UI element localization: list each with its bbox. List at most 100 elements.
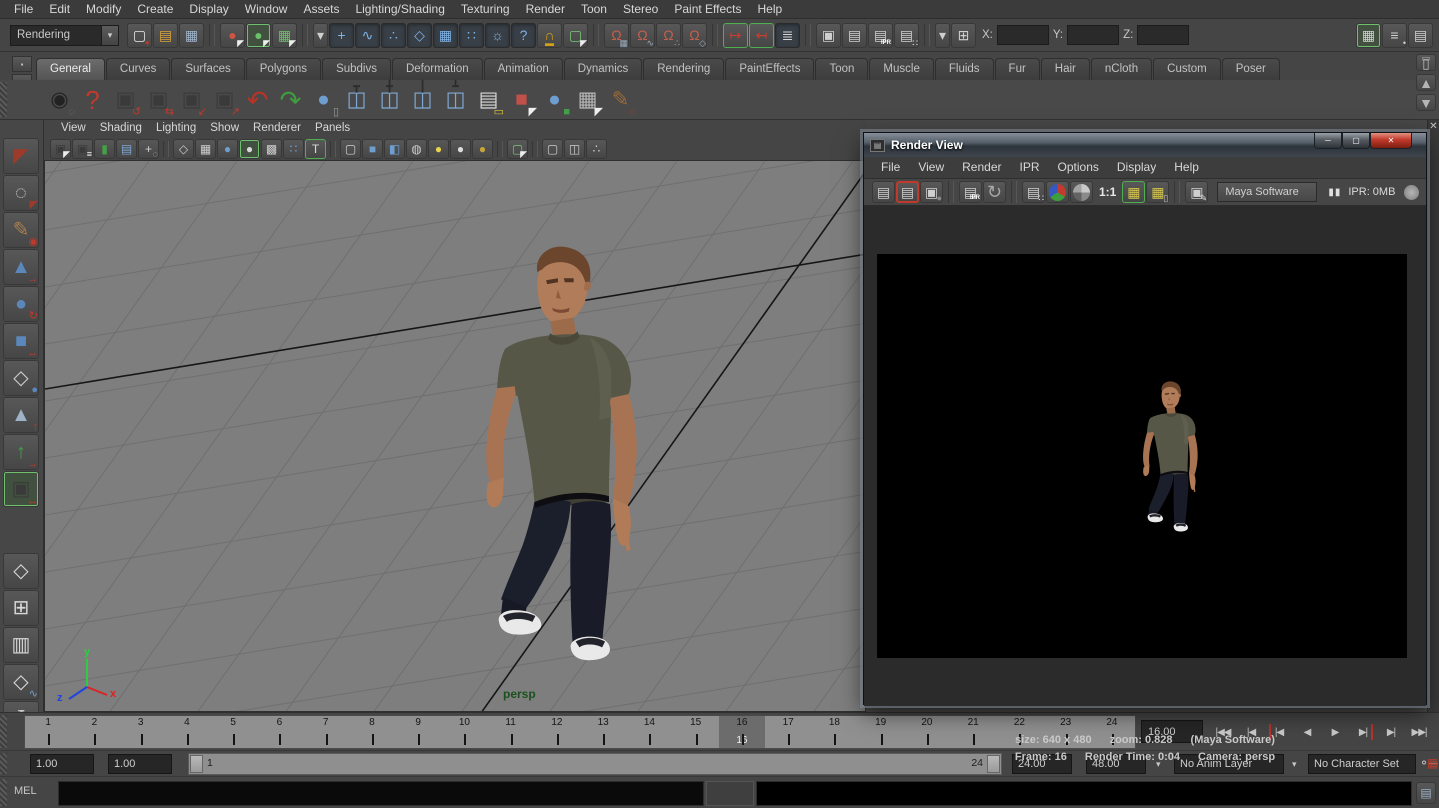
light-gold-icon[interactable]: ● [472,139,493,159]
timeline-frame-6[interactable]: 6 [256,716,302,748]
timeline-frame-17[interactable]: 17 [765,716,811,748]
panel-close-icon[interactable]: ✕ [1428,120,1439,134]
snap-plane-icon[interactable]: ◇ [407,23,432,48]
shelf-tab-deformation[interactable]: Deformation [392,58,483,80]
menu-create[interactable]: Create [129,0,181,19]
rv-open-render-settings-icon[interactable]: ▣✎ [1185,181,1208,203]
ipr-pause-button[interactable]: ▮▮ [1328,187,1341,198]
textured-cube-icon[interactable]: ◧ [384,139,405,159]
isolate-select-icon[interactable]: ▢◤ [507,139,528,159]
shelf-trash-icon[interactable]: ▯▭ [1416,54,1436,71]
smooth-shade-icon[interactable]: ● [239,139,260,159]
convert-texture-icon[interactable]: ▦◤ [572,83,603,117]
panel-menu-panels[interactable]: Panels [308,119,357,138]
plain-cube-icon[interactable]: ▢ [542,139,563,159]
timeline-frame-4[interactable]: 4 [164,716,210,748]
playblast-icon[interactable]: ◉◌ [44,83,75,117]
snap-pixel-icon[interactable]: ∷ [459,23,484,48]
timeline-frame-3[interactable]: 3 [118,716,164,748]
character-model[interactable] [441,239,669,671]
minimize-button[interactable]: ─ [1314,133,1342,149]
menu-texturing[interactable]: Texturing [453,0,518,19]
texture-display-icon[interactable]: T [305,139,326,159]
shelf-tab-ncloth[interactable]: nCloth [1091,58,1152,80]
shelf-tab-curves[interactable]: Curves [106,58,170,80]
bookmark-icon[interactable]: ▮ [94,139,115,159]
select-camera-icon[interactable]: ▣◤ [50,139,71,159]
playback-start-field[interactable] [108,754,172,774]
shelf-collapse-button[interactable]: ▪ [12,56,32,72]
last-tool-camera[interactable]: ▣↔ [3,471,39,507]
menu-help[interactable]: Help [750,0,791,19]
shelf-tab-dynamics[interactable]: Dynamics [564,58,642,80]
highlight-selection-icon[interactable]: ▢◤ [563,23,588,48]
rv-menu-display[interactable]: Display [1108,158,1165,177]
default-material-icon[interactable]: ▢ [340,139,361,159]
snap-curve-icon[interactable]: ∿ [355,23,380,48]
menuset-selector[interactable]: Rendering ▾ [10,25,119,46]
command-language-toggle[interactable]: MEL [14,785,54,797]
rv-menu-ipr[interactable]: IPR [1011,158,1049,177]
hypergraph-icon[interactable]: ▤▭ [473,83,504,117]
shelf-scroll-up-icon[interactable]: ▲ [1416,74,1436,91]
select-object-icon[interactable]: ●◤ [246,23,271,48]
render-settings-icon[interactable]: ▤∷ [894,23,919,48]
viewport-canvas[interactable]: y x z persp [44,160,866,712]
rv-alpha-channel-icon[interactable] [1070,181,1093,203]
single-pane-layout-button[interactable]: ◇ [3,553,39,589]
command-line-splitter[interactable] [706,781,754,806]
animation-start-field[interactable] [30,754,94,774]
construction-history-icon[interactable]: ≣ [775,23,800,48]
panel-menu-view[interactable]: View [54,119,93,138]
ipr-render-icon[interactable]: ▤IPR [868,23,893,48]
menu-modify[interactable]: Modify [78,0,129,19]
camera-dolly-out-icon[interactable]: ▣↗ [209,83,240,117]
make-live-icon[interactable]: ☼ [485,23,510,48]
camera-dolly-in-icon[interactable]: ▣↙ [176,83,207,117]
command-input[interactable] [58,781,704,806]
timeline-frame-5[interactable]: 5 [210,716,256,748]
shelf-tab-animation[interactable]: Animation [484,58,563,80]
duplicate-object-icon[interactable]: ■◤ [506,83,537,117]
shelf-tab-hair[interactable]: Hair [1041,58,1090,80]
menu-assets[interactable]: Assets [295,0,347,19]
rv-menu-options[interactable]: Options [1049,158,1108,177]
checker-sphere-icon[interactable]: ◍ [406,139,427,159]
timeline-frame-14[interactable]: 14 [626,716,672,748]
rv-render-sequence-icon[interactable]: ▤∷ [1022,181,1045,203]
timeline-frame-15[interactable]: 15 [673,716,719,748]
shelf-tab-rendering[interactable]: Rendering [643,58,724,80]
light-yellow-icon[interactable]: ● [428,139,449,159]
timeline-frame-7[interactable]: 7 [303,716,349,748]
tool-settings-icon[interactable]: ≡• [1382,23,1407,48]
paint-effects-brush-icon[interactable]: ✎◌ [605,83,636,117]
shelf-scroll-down-icon[interactable]: ▼ [1416,94,1436,111]
timeline-frame-10[interactable]: 10 [441,716,487,748]
select-tool[interactable]: ◤ [3,138,39,174]
timeline-frame-13[interactable]: 13 [580,716,626,748]
magnet-snap-curve-icon[interactable]: Ω∿ [630,23,655,48]
redo-icon[interactable]: ↷ [275,83,306,117]
vertex-display-icon[interactable]: ∷ [283,139,304,159]
connect-node-multi-icon[interactable]: ◫╋ [374,83,405,117]
magnet-snap-grid-icon[interactable]: Ω▦ [604,23,629,48]
snap-grid-icon[interactable]: + [329,23,354,48]
shelf-tab-fur[interactable]: Fur [995,58,1040,80]
scale-tool[interactable]: ■↔ [3,323,39,359]
input-connections-icon[interactable]: ↦ [723,23,748,48]
snap-surface-icon[interactable]: ▦ [433,23,458,48]
lasso-select-tool[interactable]: ◌◤ [3,175,39,211]
timeline-frame-16[interactable]: 1616 [719,716,765,748]
timeline-frame-2[interactable]: 2 [71,716,117,748]
undo-icon[interactable]: ↶ [242,83,273,117]
rv-menu-help[interactable]: Help [1165,158,1208,177]
attribute-editor-icon[interactable]: ▦ [1356,23,1381,48]
time-slider-grip[interactable] [0,715,7,748]
shelf-tab-painteffects[interactable]: PaintEffects [725,58,814,80]
command-line-grip[interactable] [0,779,7,806]
shelf-tab-surfaces[interactable]: Surfaces [171,58,244,80]
shelf-tab-toon[interactable]: Toon [815,58,868,80]
camera-attributes-icon[interactable]: ▣≡ [72,139,93,159]
rendered-image[interactable] [877,254,1407,658]
menuset-value[interactable]: Rendering [10,25,102,46]
